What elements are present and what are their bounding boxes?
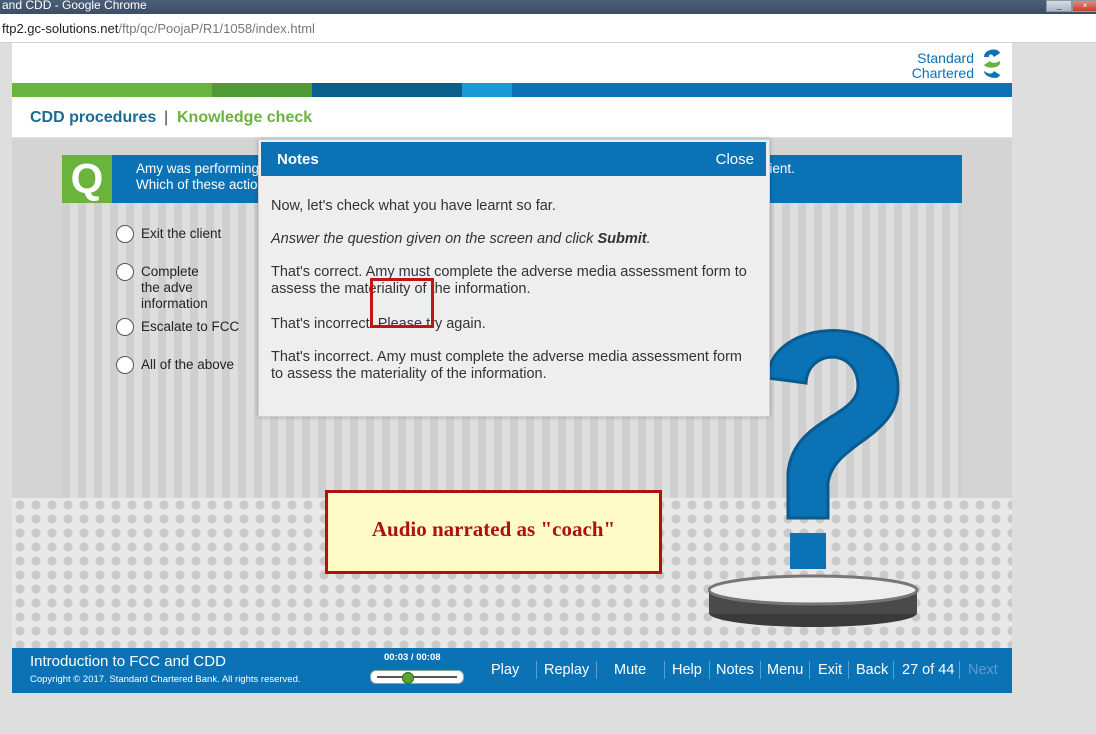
breadcrumb-page: Knowledge check xyxy=(177,109,313,126)
breadcrumb: CDD procedures | Knowledge check xyxy=(12,97,1012,138)
divider xyxy=(848,661,849,679)
play-button[interactable]: Play xyxy=(491,662,519,678)
url-host: ftp2.gc-solutions.net xyxy=(2,21,119,36)
slider-handle[interactable] xyxy=(402,672,414,684)
brand-logo-text: Standard Chartered xyxy=(912,51,974,81)
copyright: Copyright © 2017. Standard Chartered Ban… xyxy=(30,674,301,685)
notes-paragraph: That's incorrect. Please try again. xyxy=(271,316,486,332)
window-title: and CDD - Google Chrome xyxy=(2,0,147,12)
breadcrumb-section: CDD procedures xyxy=(30,109,157,126)
radio-button[interactable] xyxy=(116,263,134,281)
next-button[interactable]: Next xyxy=(968,662,998,678)
mute-button[interactable]: Mute xyxy=(614,662,646,678)
notes-header: Notes Close xyxy=(261,142,766,176)
instruction-submit-word: Submit xyxy=(597,231,647,247)
minimize-button[interactable]: _ xyxy=(1046,0,1072,12)
slider-track xyxy=(377,676,457,678)
browser-title-bar: and CDD - Google Chrome _ × xyxy=(0,0,1096,14)
player-footer: Introduction to FCC and CDD Copyright © … xyxy=(12,648,1012,693)
divider xyxy=(760,661,761,679)
divider xyxy=(709,661,710,679)
divider xyxy=(809,661,810,679)
address-bar[interactable]: ftp2.gc-solutions.net/ftp/qc/PoojaP/R1/1… xyxy=(0,14,1096,43)
notes-title: Notes xyxy=(277,151,319,168)
question-badge: Q xyxy=(62,155,112,203)
option-label: Escalate to FCC xyxy=(141,319,240,334)
breadcrumb-separator: | xyxy=(164,109,169,126)
radio-button[interactable] xyxy=(116,356,134,374)
instruction-text: Answer the question given on the screen … xyxy=(271,231,598,247)
notes-paragraph: Now, let's check what you have learnt so… xyxy=(271,198,556,214)
radio-button[interactable] xyxy=(116,225,134,243)
notes-button[interactable]: Notes xyxy=(716,662,754,678)
option-label: Complete the adve information xyxy=(141,264,208,311)
notes-paragraph: That's correct. Amy must complete the ad… xyxy=(271,264,747,297)
menu-button[interactable]: Menu xyxy=(767,662,803,678)
brand-line-1: Standard xyxy=(917,50,974,66)
url-path: /ftp/qc/PoojaP/R1/1058/index.html xyxy=(118,21,315,36)
instruction-end: . xyxy=(646,231,651,247)
notes-instruction: Answer the question given on the screen … xyxy=(271,231,751,248)
option-label: All of the above xyxy=(141,357,235,372)
exit-button[interactable]: Exit xyxy=(818,662,842,678)
divider xyxy=(959,661,960,679)
notes-paragraph: That's incorrect. Amy must complete the … xyxy=(271,349,742,382)
audio-progress-slider[interactable] xyxy=(370,670,464,684)
notes-dialog: Notes Close Now, let's check what you ha… xyxy=(258,139,770,417)
close-window-button[interactable]: × xyxy=(1072,0,1096,12)
course-title: Introduction to FCC and CDD xyxy=(30,653,226,670)
url-text[interactable]: ftp2.gc-solutions.net/ftp/qc/PoojaP/R1/1… xyxy=(2,21,315,36)
option-label: Exit the client xyxy=(141,226,222,241)
annotation-callout: Audio narrated as "coach" xyxy=(325,490,662,574)
divider xyxy=(893,661,894,679)
highlight-box xyxy=(370,278,434,328)
help-button[interactable]: Help xyxy=(672,662,702,678)
brand-line-2: Chartered xyxy=(911,65,974,81)
divider xyxy=(536,661,537,679)
course-player: Standard Chartered CDD procedures | Know… xyxy=(12,43,1012,693)
divider xyxy=(596,661,597,679)
radio-button[interactable] xyxy=(116,318,134,336)
audio-time: 00:03 / 00:08 xyxy=(384,652,441,663)
close-button[interactable]: Close xyxy=(716,151,754,168)
divider xyxy=(664,661,665,679)
callout-text: Audio narrated as "coach" xyxy=(371,517,616,541)
color-stripe xyxy=(12,83,1012,97)
standard-chartered-logo-icon xyxy=(984,49,1001,78)
window-controls: _ × xyxy=(1046,0,1096,12)
page-counter: 27 of 44 xyxy=(902,662,955,678)
replay-button[interactable]: Replay xyxy=(544,662,589,678)
back-button[interactable]: Back xyxy=(856,662,888,678)
